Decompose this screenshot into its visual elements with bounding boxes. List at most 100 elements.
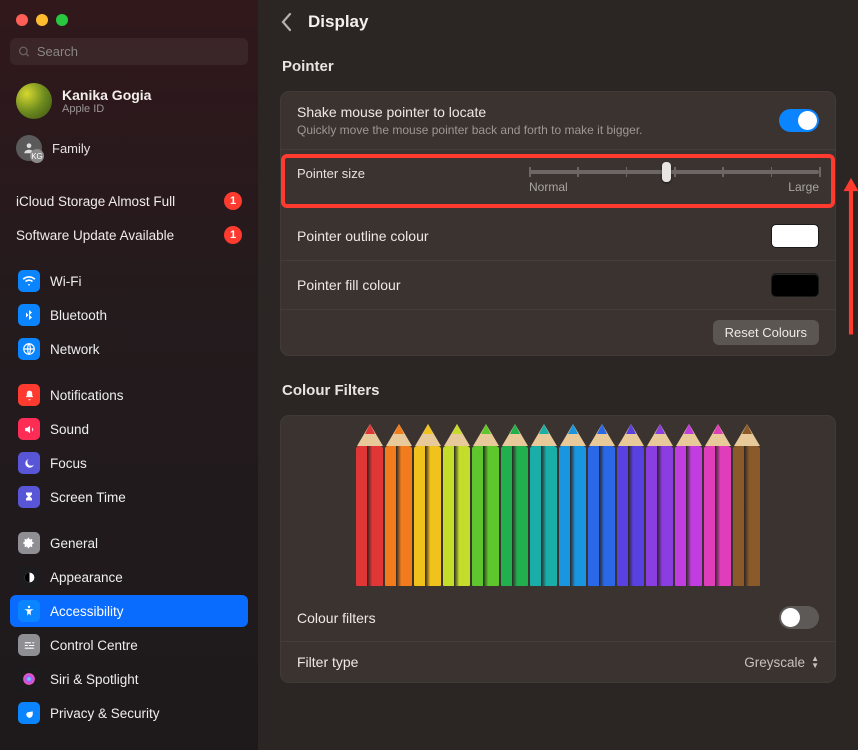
sidebar-item-bluetooth[interactable]: Bluetooth: [10, 299, 248, 331]
annotation-highlight: Pointer size: [281, 154, 835, 208]
bell-icon: [18, 384, 40, 406]
search-icon: [18, 45, 31, 59]
sidebar-item-notifications[interactable]: Notifications: [10, 379, 248, 411]
sidebar: Kanika Gogia Apple ID KG Family iCloud S…: [0, 0, 258, 750]
wifi-icon: [18, 270, 40, 292]
pencil: [356, 446, 383, 586]
pencil: [443, 446, 470, 586]
sidebar-item-label: Privacy & Security: [50, 706, 160, 721]
sidebar-item-sound[interactable]: Sound: [10, 413, 248, 445]
sidebar-item-family[interactable]: KG Family: [10, 129, 248, 167]
window-controls: [10, 10, 248, 38]
pointer-size-slider[interactable]: [529, 170, 819, 174]
sidebar-item-appearance[interactable]: Appearance: [10, 561, 248, 593]
outline-colour-label: Pointer outline colour: [297, 228, 429, 244]
pencil: [675, 446, 702, 586]
slider-max-label: Large: [788, 180, 819, 194]
account-row[interactable]: Kanika Gogia Apple ID: [16, 83, 242, 119]
shake-subtitle: Quickly move the mouse pointer back and …: [297, 123, 643, 137]
alerts-section: iCloud Storage Almost Full 1 Software Up…: [10, 185, 248, 251]
sidebar-item-general[interactable]: General: [10, 527, 248, 559]
pencil: [472, 446, 499, 586]
pencil: [733, 446, 760, 586]
sidebar-item-label: Notifications: [50, 388, 124, 403]
sidebar-item-screentime[interactable]: Screen Time: [10, 481, 248, 513]
shake-row: Shake mouse pointer to locate Quickly mo…: [281, 92, 835, 150]
pencil: [414, 446, 441, 586]
fill-colour-swatch[interactable]: [771, 273, 819, 297]
minimize-button[interactable]: [36, 14, 48, 26]
alert-icloud[interactable]: iCloud Storage Almost Full 1: [10, 185, 248, 217]
pencil-preview: [281, 416, 835, 594]
search-input[interactable]: [37, 44, 240, 59]
pencil: [559, 446, 586, 586]
sidebar-item-label: Focus: [50, 456, 87, 471]
filter-type-row[interactable]: Filter type Greyscale ▲▼: [281, 642, 835, 682]
outline-colour-row[interactable]: Pointer outline colour: [281, 212, 835, 261]
sidebar-item-focus[interactable]: Focus: [10, 447, 248, 479]
group-title-pointer: Pointer: [282, 58, 834, 75]
pencil: [704, 446, 731, 586]
moon-icon: [18, 452, 40, 474]
pencil: [588, 446, 615, 586]
maximize-button[interactable]: [56, 14, 68, 26]
family-icon: KG: [16, 135, 42, 161]
access-icon: [18, 600, 40, 622]
hand-icon: [18, 702, 40, 724]
page-title: Display: [308, 12, 368, 32]
back-button[interactable]: [280, 12, 294, 32]
annotation-arrow-icon: [841, 162, 858, 352]
alert-software-update[interactable]: Software Update Available 1: [10, 219, 248, 251]
sidebar-item-label: Bluetooth: [50, 308, 107, 323]
gear-icon: [18, 532, 40, 554]
avatar: [16, 83, 52, 119]
pointer-panel: Shake mouse pointer to locate Quickly mo…: [280, 91, 836, 356]
account-name: Kanika Gogia: [62, 87, 151, 103]
bt-icon: [18, 304, 40, 326]
account-subtitle: Apple ID: [62, 103, 151, 115]
colour-filters-row: Colour filters: [281, 594, 835, 642]
sidebar-section: Wi-Fi Bluetooth Network: [10, 265, 248, 365]
slider-min-label: Normal: [529, 180, 568, 194]
main-pane: Display Pointer Shake mouse pointer to l…: [258, 0, 858, 750]
sidebar-item-label: Control Centre: [50, 638, 138, 653]
alert-badge: 1: [224, 226, 242, 244]
filters-panel: Colour filters Filter type Greyscale ▲▼: [280, 415, 836, 683]
sidebar-item-label: Appearance: [50, 570, 123, 585]
sidebar-item-label: Screen Time: [50, 490, 126, 505]
globe-icon: [18, 338, 40, 360]
reset-colours-button[interactable]: Reset Colours: [713, 320, 819, 345]
sidebar-item-accessibility[interactable]: Accessibility: [10, 595, 248, 627]
pencil: [501, 446, 528, 586]
sidebar-item-siri[interactable]: Siri & Spotlight: [10, 663, 248, 695]
siri-icon: [18, 668, 40, 690]
header: Display: [258, 0, 858, 44]
pointer-size-label: Pointer size: [297, 166, 365, 181]
sidebar-section: General Appearance Accessibility Control Ce…: [10, 527, 248, 729]
sidebar-item-label: Network: [50, 342, 100, 357]
sidebar-item-label: Sound: [50, 422, 89, 437]
close-button[interactable]: [16, 14, 28, 26]
sidebar-item-label: Wi-Fi: [50, 274, 81, 289]
outline-colour-swatch[interactable]: [771, 224, 819, 248]
sliders-icon: [18, 634, 40, 656]
search-input-wrap[interactable]: [10, 38, 248, 65]
filter-type-select[interactable]: Greyscale ▲▼: [744, 655, 819, 670]
fill-colour-label: Pointer fill colour: [297, 277, 401, 293]
group-title-filters: Colour Filters: [282, 382, 834, 399]
alert-label: iCloud Storage Almost Full: [16, 194, 175, 209]
fill-colour-row[interactable]: Pointer fill colour: [281, 261, 835, 310]
pencil: [646, 446, 673, 586]
sidebar-item-privacy[interactable]: Privacy & Security: [10, 697, 248, 729]
sidebar-item-label: General: [50, 536, 98, 551]
sidebar-item-network[interactable]: Network: [10, 333, 248, 365]
sidebar-section: Notifications Sound Focus Screen Time: [10, 379, 248, 513]
slider-thumb[interactable]: [662, 162, 671, 182]
colour-filters-toggle[interactable]: [779, 606, 819, 629]
shake-label: Shake mouse pointer to locate: [297, 104, 643, 120]
sidebar-item-wifi[interactable]: Wi-Fi: [10, 265, 248, 297]
pencil: [530, 446, 557, 586]
colour-filters-label: Colour filters: [297, 610, 376, 626]
sidebar-item-controlcentre[interactable]: Control Centre: [10, 629, 248, 661]
shake-toggle[interactable]: [779, 109, 819, 132]
